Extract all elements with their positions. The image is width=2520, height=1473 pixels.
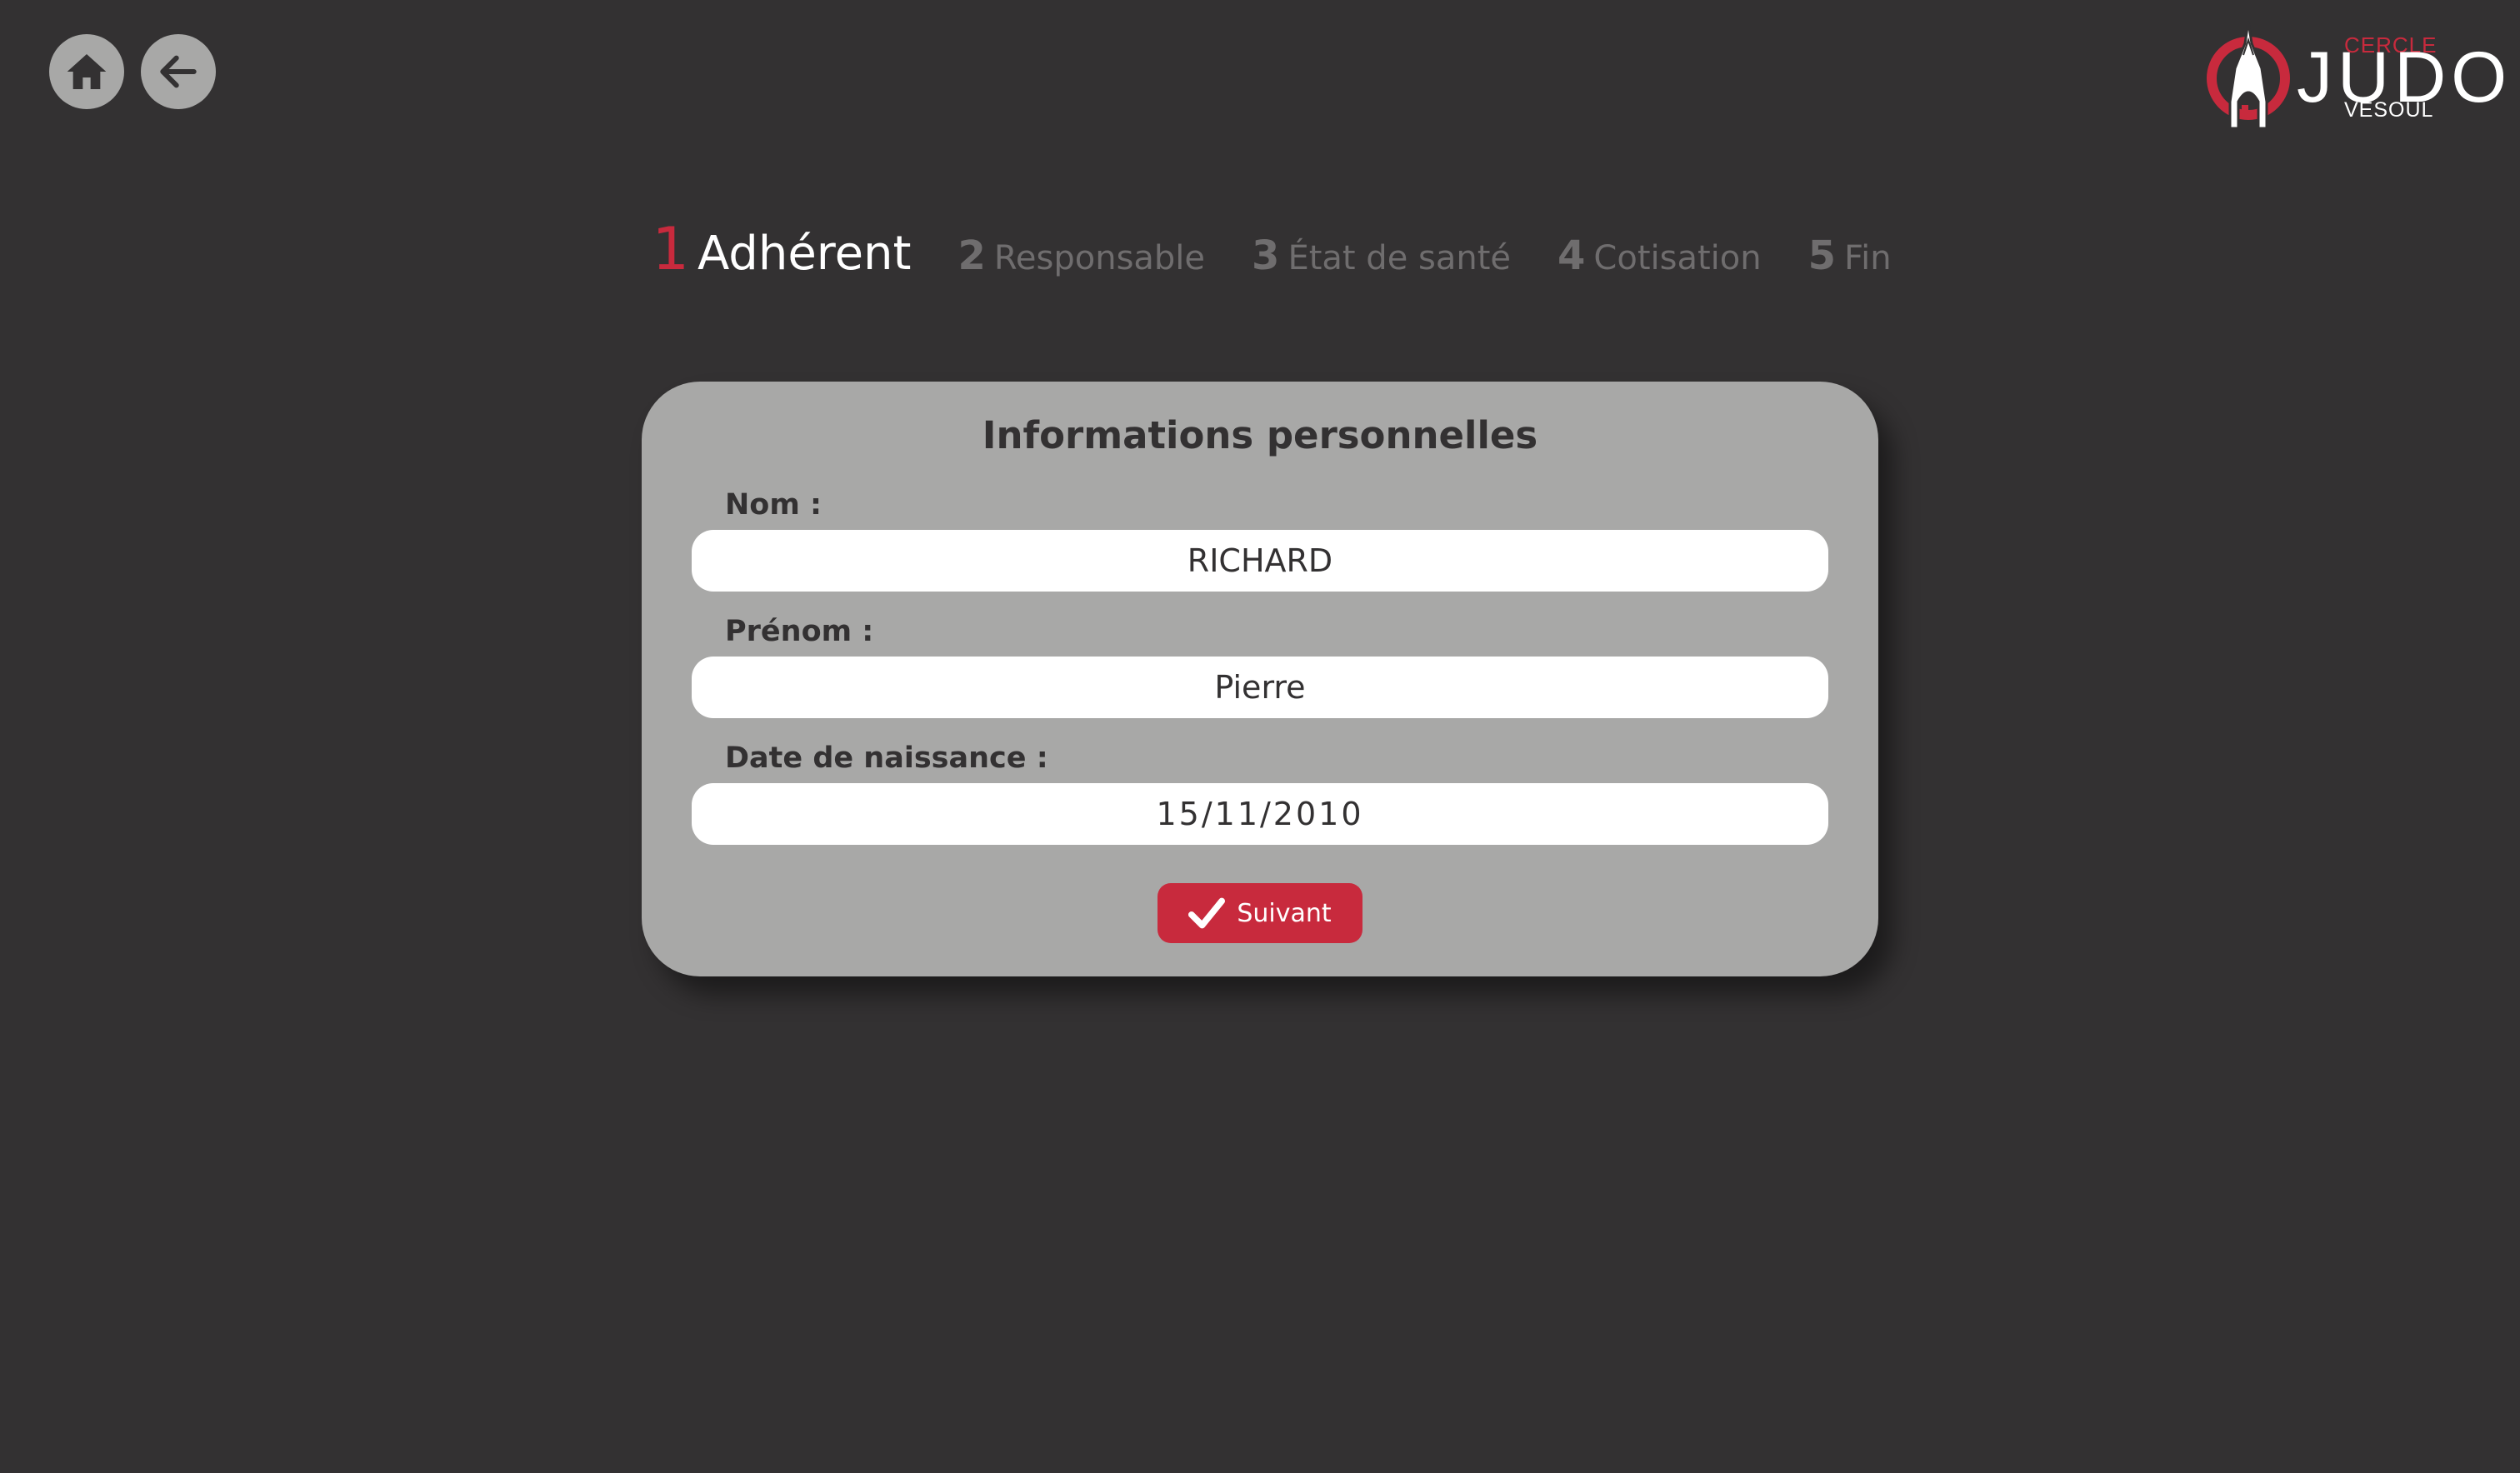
prenom-label: Prénom : [725,615,874,648]
suivant-button-label: Suivant [1237,898,1332,928]
step-adherent: 1 Adhérent [652,215,911,283]
step-number: 5 [1808,232,1836,279]
step-number: 4 [1558,232,1586,279]
checkmark-icon [1188,897,1226,929]
prenom-input[interactable] [692,657,1828,718]
step-label: Fin [1844,239,1892,277]
personal-info-card: Informations personnelles Nom : Prénom :… [642,382,1878,976]
step-label: Adhérent [697,227,912,281]
date-naissance-input[interactable] [692,783,1828,845]
step-number: 2 [958,232,986,279]
step-cotisation: 4 Cotisation [1558,232,1762,279]
home-icon [67,54,107,89]
step-responsable: 2 Responsable [958,232,1206,279]
step-label: Responsable [993,239,1206,277]
home-button[interactable] [49,34,124,109]
club-logo: CERCLE JUDO VESOUL [2200,18,2507,135]
arrow-left-icon [160,55,197,88]
suivant-button[interactable]: Suivant [1158,883,1362,943]
back-button[interactable] [141,34,216,109]
step-number: 3 [1252,232,1280,279]
step-label: État de santé [1288,239,1512,277]
nom-input[interactable] [692,530,1828,592]
step-label: Cotisation [1593,239,1762,277]
step-etat-de-sante: 3 État de santé [1252,232,1511,279]
step-number: 1 [652,215,689,283]
card-title: Informations personnelles [982,413,1538,457]
nom-label: Nom : [725,488,822,522]
date-naissance-label: Date de naissance : [725,741,1048,775]
step-fin: 5 Fin [1808,232,1892,279]
logo-text-vesoul: VESOUL [2344,98,2434,122]
steps-progress: 1 Adhérent 2 Responsable 3 État de santé… [0,215,2520,283]
